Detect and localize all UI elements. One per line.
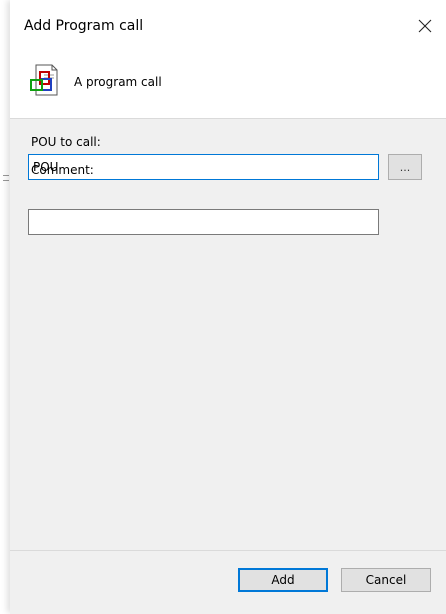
program-call-icon xyxy=(30,64,58,96)
pou-to-call-label: POU to call: xyxy=(31,135,101,149)
dialog-header: A program call xyxy=(10,60,446,118)
add-program-call-dialog: Add Program call A program call POU to c… xyxy=(10,0,446,614)
dialog-title: Add Program call xyxy=(24,18,144,34)
comment-input[interactable] xyxy=(28,209,379,235)
window-edge-mark xyxy=(3,175,9,181)
dialog-description: A program call xyxy=(74,75,162,89)
form-panel: POU to call: ... Comment: xyxy=(10,118,446,551)
close-icon xyxy=(418,19,432,33)
close-button[interactable] xyxy=(414,15,436,37)
title-bar: Add Program call xyxy=(10,0,446,60)
dialog-footer: Add Cancel xyxy=(10,550,446,614)
cancel-button[interactable]: Cancel xyxy=(341,568,431,592)
browse-pou-button[interactable]: ... xyxy=(388,154,422,180)
add-button[interactable]: Add xyxy=(238,568,328,592)
comment-label: Comment: xyxy=(31,163,94,177)
